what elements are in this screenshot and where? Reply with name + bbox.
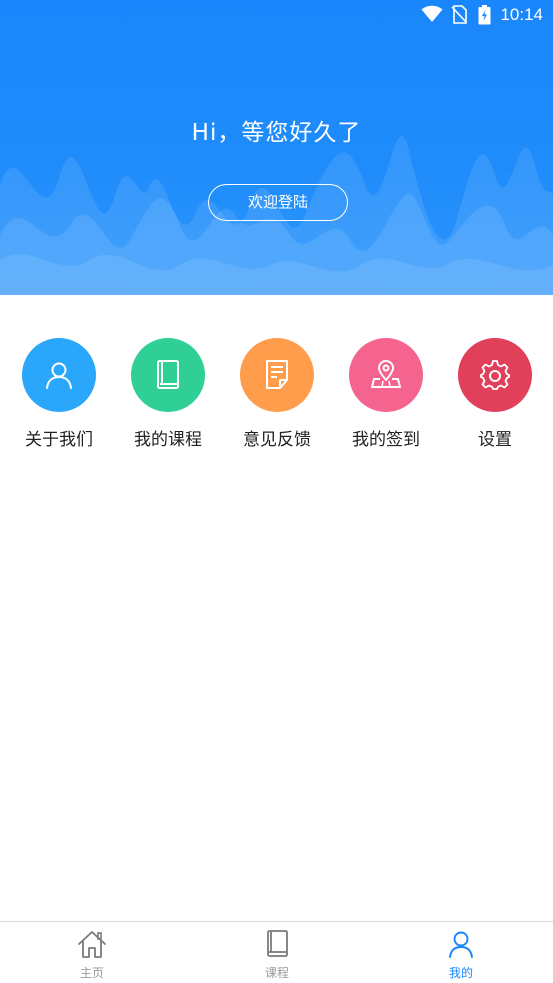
my-courses-badge [131,338,205,412]
status-bar: 10:14 [0,0,553,30]
login-button[interactable]: 欢迎登陆 [208,184,348,221]
menu-item-label: 设置 [478,430,512,450]
book-icon [157,360,179,389]
greeting-text: Hi，等您好久了 [191,120,362,146]
feedback-badge [240,338,314,412]
menu-item-label: 我的课程 [134,430,202,450]
menu-item-label: 我的签到 [352,430,420,450]
wifi-icon [421,5,443,22]
user-icon [449,931,473,958]
nav-tab-courses[interactable]: 课程 [237,928,317,981]
check-in-badge [349,338,423,412]
menu-item-check-in[interactable]: 我的签到 [331,338,441,450]
menu-item-about-us[interactable]: 关于我们 [4,338,114,450]
status-time: 10:14 [500,5,543,24]
nav-tab-label: 主页 [79,966,104,980]
menu-item-feedback[interactable]: 意见反馈 [222,338,332,450]
nav-tab-mine[interactable]: 我的 [421,928,501,981]
bottom-navigation: 主页 课程 我的 [0,921,553,983]
no-sim-icon [451,5,467,24]
nav-tab-label: 课程 [264,966,289,980]
menu-item-label: 关于我们 [25,430,93,450]
profile-header: 10:14 Hi，等您好久了 欢迎登陆 [0,0,553,295]
menu-item-settings[interactable]: 设置 [440,338,550,450]
menu-item-my-courses[interactable]: 我的课程 [113,338,223,450]
settings-badge [458,338,532,412]
user-icon [46,362,72,389]
nav-tab-label: 我的 [448,966,473,980]
menu-item-label: 意见反馈 [243,430,311,450]
feature-menu: 关于我们 我的课程 意见反馈 我的签到 设置 [0,338,553,458]
screen: 10:14 Hi，等您好久了 欢迎登陆 关于我们 我的课程 意见反馈 我的签到 … [0,0,553,983]
gear-icon [480,360,510,390]
home-icon [78,931,106,958]
nav-tab-home[interactable]: 主页 [52,928,132,981]
document-icon [266,360,288,389]
battery-icon [478,5,491,25]
wave-decoration [0,136,553,295]
about-us-badge [22,338,96,412]
map-pin-icon [371,360,401,388]
book-icon [267,930,288,957]
